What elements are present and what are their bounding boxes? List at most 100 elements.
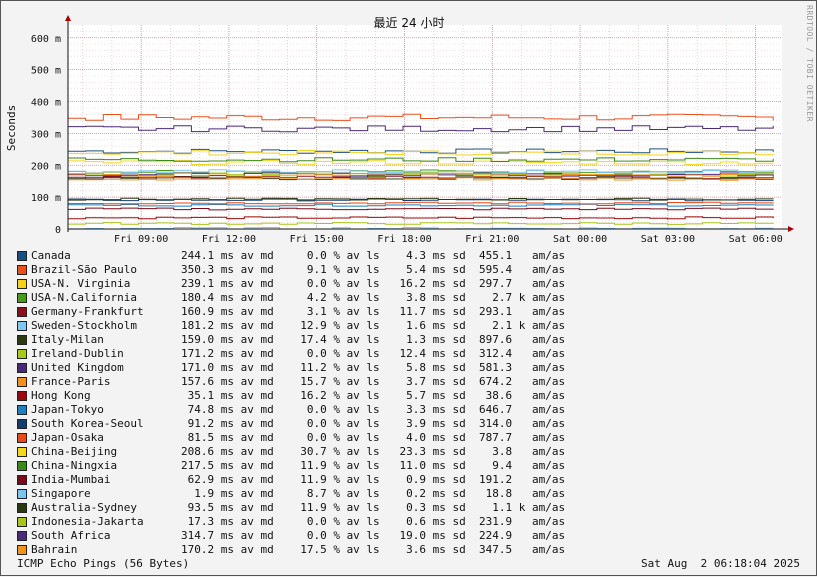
legend-series-name: Japan-Tokyo <box>31 403 104 416</box>
x-tick-label: Fri 15:00 <box>290 234 344 245</box>
legend-swatch <box>17 265 27 275</box>
legend-entry: France-Paris 157.6 ms av md 15.7 % av ls … <box>15 375 615 389</box>
legend-series-name: USA-N.California <box>31 291 137 304</box>
legend-series-stats: 314.7 ms av md 0.0 % av ls 19.0 ms sd 22… <box>181 529 566 542</box>
legend-series-stats: 217.5 ms av md 11.9 % av ls 11.0 ms sd 9… <box>181 459 566 472</box>
legend-swatch <box>17 433 27 443</box>
legend-swatch <box>17 517 27 527</box>
legend-series-name: India-Mumbai <box>31 473 111 486</box>
legend-series-stats: 180.4 ms av md 4.2 % av ls 3.8 ms sd 2.7… <box>181 291 566 304</box>
legend-swatch <box>17 447 27 457</box>
x-tick-label: Fri 21:00 <box>465 234 519 245</box>
legend-entry: Canada 244.1 ms av md 0.0 % av ls 4.3 ms … <box>15 249 615 263</box>
legend-entry: Japan-Osaka 81.5 ms av md 0.0 % av ls 4.… <box>15 431 615 445</box>
legend-series-stats: 160.9 ms av md 3.1 % av ls 11.7 ms sd 29… <box>181 305 566 318</box>
y-tick-label: 0 <box>55 225 61 236</box>
legend-entry: South Korea-Seoul 91.2 ms av md 0.0 % av… <box>15 417 615 431</box>
legend-swatch <box>17 489 27 499</box>
legend-swatch <box>17 293 27 303</box>
legend-series-name: China-Ningxia <box>31 459 118 472</box>
legend-entry: Japan-Tokyo 74.8 ms av md 0.0 % av ls 3.… <box>15 403 615 417</box>
legend-swatch <box>17 531 27 541</box>
probe-label: ICMP Echo Pings (56 Bytes) <box>17 557 190 570</box>
legend-series-name: Germany-Frankfurt <box>31 305 144 318</box>
legend-swatch <box>17 405 27 415</box>
legend-series-name: Sweden-Stockholm <box>31 319 137 332</box>
y-axis-arrow-icon <box>65 15 71 21</box>
x-tick-label: Sat 00:00 <box>553 234 607 245</box>
legend-swatch <box>17 335 27 345</box>
rrdtool-watermark: RRDTOOL / TOBI OETIKER <box>805 5 814 122</box>
legend-swatch <box>17 419 27 429</box>
y-tick-label: 500 m <box>31 66 61 77</box>
legend-series-stats: 181.2 ms av md 12.9 % av ls 1.6 ms sd 2.… <box>181 319 566 332</box>
legend-series-name: Australia-Sydney <box>31 501 137 514</box>
legend-entry: Indonesia-Jakarta 17.3 ms av md 0.0 % av… <box>15 515 615 529</box>
timestamp: Sat Aug 2 06:18:04 2025 <box>641 557 800 570</box>
legend-swatch <box>17 377 27 387</box>
legend-series-name: France-Paris <box>31 375 111 388</box>
y-axis-label: Seconds <box>5 105 18 151</box>
x-tick-label: Sat 03:00 <box>641 234 695 245</box>
legend-series-name: Japan-Osaka <box>31 431 104 444</box>
x-tick-label: Fri 12:00 <box>202 234 256 245</box>
legend-series-stats: 91.2 ms av md 0.0 % av ls 3.9 ms sd 314.… <box>181 417 566 430</box>
legend-entry: Italy-Milan 159.0 ms av md 17.4 % av ls 1… <box>15 333 615 347</box>
x-tick-label: Sat 06:00 <box>729 234 783 245</box>
legend-entry: China-Beijing 208.6 ms av md 30.7 % av ls… <box>15 445 615 459</box>
legend-swatch <box>17 251 27 261</box>
legend-series-stats: 93.5 ms av md 11.9 % av ls 0.3 ms sd 1.1… <box>181 501 566 514</box>
y-tick-label: 200 m <box>31 161 61 172</box>
legend-series-name: Ireland-Dublin <box>31 347 124 360</box>
legend-swatch <box>17 363 27 373</box>
legend-entry: USA-N.California 180.4 ms av md 4.2 % av … <box>15 291 615 305</box>
legend-series-stats: 171.2 ms av md 0.0 % av ls 12.4 ms sd 31… <box>181 347 566 360</box>
legend-entry: India-Mumbai 62.9 ms av md 11.9 % av ls … <box>15 473 615 487</box>
legend-series-name: Bahrain <box>31 543 78 556</box>
legend-entry: Bahrain 170.2 ms av md 17.5 % av ls 3.6 m… <box>15 543 615 557</box>
legend-series-name: South Korea-Seoul <box>31 417 144 430</box>
legend-entry: Brazil-São Paulo 350.3 ms av md 9.1 % av … <box>15 263 615 277</box>
chart-title: 最近 24 小时 <box>374 16 445 30</box>
legend-series-name: Indonesia-Jakarta <box>31 515 144 528</box>
y-tick-label: 100 m <box>31 193 61 204</box>
legend-entry: Sweden-Stockholm 181.2 ms av md 12.9 % av… <box>15 319 615 333</box>
legend-series-name: USA-N. Virginia <box>31 277 131 290</box>
legend-series-name: United Kingdom <box>31 361 124 374</box>
legend-series-stats: 157.6 ms av md 15.7 % av ls 3.7 ms sd 67… <box>181 375 566 388</box>
legend-swatch <box>17 349 27 359</box>
legend-series-stats: 350.3 ms av md 9.1 % av ls 5.4 ms sd 595… <box>181 263 566 276</box>
legend-entry: United Kingdom 171.0 ms av md 11.2 % av l… <box>15 361 615 375</box>
legend-entry: South Africa 314.7 ms av md 0.0 % av ls 1… <box>15 529 615 543</box>
legend-swatch <box>17 503 27 513</box>
legend-swatch <box>17 545 27 555</box>
y-tick-label: 300 m <box>31 129 61 140</box>
legend-entry: Singapore 1.9 ms av md 8.7 % av ls 0.2 m… <box>15 487 615 501</box>
legend-series-stats: 208.6 ms av md 30.7 % av ls 23.3 ms sd 3… <box>181 445 566 458</box>
legend-entry: USA-N. Virginia 239.1 ms av md 0.0 % av l… <box>15 277 615 291</box>
legend-series-name: Hong Kong <box>31 389 91 402</box>
legend-series-stats: 81.5 ms av md 0.0 % av ls 4.0 ms sd 787.… <box>181 431 566 444</box>
legend-series-name: Italy-Milan <box>31 333 104 346</box>
legend-swatch <box>17 461 27 471</box>
legend-entry: Ireland-Dublin 171.2 ms av md 0.0 % av ls… <box>15 347 615 361</box>
legend-series-stats: 35.1 ms av md 16.2 % av ls 5.7 ms sd 38.… <box>181 389 566 402</box>
legend-series-name: Canada <box>31 249 71 262</box>
legend-series-stats: 244.1 ms av md 0.0 % av ls 4.3 ms sd 455… <box>181 249 566 262</box>
legend-series-stats: 62.9 ms av md 11.9 % av ls 0.9 ms sd 191… <box>181 473 566 486</box>
legend-series-name: China-Beijing <box>31 445 118 458</box>
legend-entry: Australia-Sydney 93.5 ms av md 11.9 % av… <box>15 501 615 515</box>
legend-series-stats: 170.2 ms av md 17.5 % av ls 3.6 ms sd 34… <box>181 543 566 556</box>
legend-swatch <box>17 391 27 401</box>
legend-swatch <box>17 279 27 289</box>
x-axis-arrow-icon <box>788 226 794 232</box>
legend-entry: Hong Kong 35.1 ms av md 16.2 % av ls 5.7… <box>15 389 615 403</box>
legend-entry: Germany-Frankfurt 160.9 ms av md 3.1 % av… <box>15 305 615 319</box>
legend-entry: China-Ningxia 217.5 ms av md 11.9 % av ls… <box>15 459 615 473</box>
legend-series-name: South Africa <box>31 529 111 542</box>
x-tick-label: Fri 09:00 <box>114 234 168 245</box>
x-tick-label: Fri 18:00 <box>377 234 431 245</box>
legend-swatch <box>17 307 27 317</box>
legend-swatch <box>17 475 27 485</box>
legend-series-name: Singapore <box>31 487 91 500</box>
